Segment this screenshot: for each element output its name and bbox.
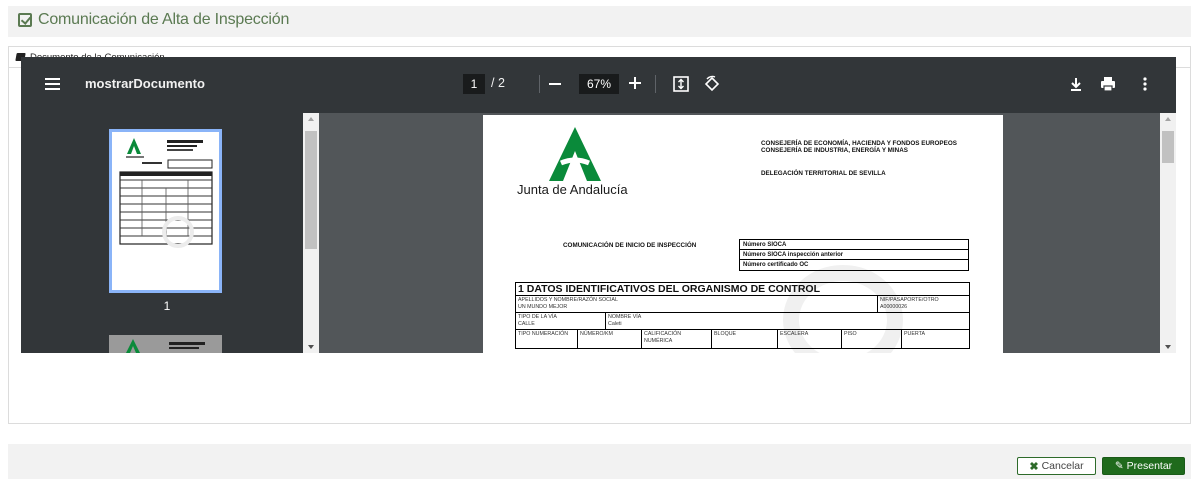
field-label: ESCALERA: [778, 330, 842, 348]
thumbnail-preview: [119, 138, 213, 248]
field-value: Caleti: [608, 321, 622, 327]
document-title: mostrarDocumento: [85, 76, 205, 91]
sioca-field: Número SIOCA inspección anterior: [740, 250, 968, 260]
submit-button[interactable]: ✎ Presentar: [1102, 457, 1185, 475]
junta-logo-icon: [549, 127, 601, 181]
download-icon[interactable]: [1067, 75, 1085, 93]
document-scrollbar[interactable]: [1160, 113, 1176, 353]
page-total: / 2: [491, 76, 505, 90]
more-options-icon[interactable]: [1136, 75, 1154, 93]
field-label: TIPO DE LA VÍA: [518, 314, 557, 320]
delegacion-text: DELEGACIÓN TERRITORIAL DE SEVILLA: [761, 170, 886, 177]
thumbnail-sidebar: 1: [21, 113, 319, 353]
rotate-icon[interactable]: [703, 75, 721, 93]
field-label: CALIFICACIÓN NUMÉRICA: [642, 330, 712, 348]
close-icon: ✖: [1029, 460, 1039, 473]
table-row: APELLIDOS Y NOMBRE/RAZÓN SOCIAL UN MUNDO…: [516, 296, 969, 313]
cancel-label: Cancelar: [1041, 460, 1084, 472]
checkbox-icon: [18, 13, 32, 27]
field-label: TIPO NUMERACIÓN: [516, 330, 578, 348]
toolbar-divider: [539, 75, 540, 93]
pencil-icon: ✎: [1114, 460, 1124, 472]
field-value: CALLE: [518, 321, 535, 327]
table-row: TIPO NUMERACIÓN NÚMERO/KM CALIFICACIÓN N…: [516, 330, 969, 348]
communication-title: COMUNICACIÓN DE INICIO DE INSPECCIÓN: [563, 242, 697, 249]
field-value: UN MUNDO MEJOR: [518, 304, 568, 310]
field-value: A00000026: [880, 304, 908, 310]
pdf-page: Junta de Andalucía CONSEJERÍA DE ECONOMÍ…: [483, 115, 1003, 353]
field-label: NIF/PASAPORTE/OTRO: [880, 297, 939, 303]
sioca-field: Número SIOCA: [740, 240, 968, 250]
zoom-input[interactable]: 67%: [579, 74, 619, 94]
submit-label: Presentar: [1126, 460, 1173, 472]
scroll-up-arrow[interactable]: [1165, 117, 1171, 121]
brand-name: Junta de Andalucía: [517, 182, 628, 197]
toolbar-divider: [655, 75, 656, 93]
page-title: Comunicación de Alta de Inspección: [18, 9, 289, 31]
pdf-viewer: mostrarDocumento 1 / 2 67% 1 Junta de An…: [21, 57, 1176, 353]
cancel-button[interactable]: ✖ Cancelar: [1017, 457, 1096, 475]
sioca-field: Número certificado OC: [743, 262, 809, 268]
scroll-down-arrow[interactable]: [308, 345, 314, 349]
page-title-text: Comunicación de Alta de Inspección: [38, 11, 290, 28]
scrollbar-thumb[interactable]: [1162, 131, 1174, 163]
field-label: PUERTA: [904, 331, 925, 337]
thumbnail-preview: [126, 339, 205, 353]
consejeria-text: CONSEJERÍA DE ECONOMÍA, HACIENDA Y FONDO…: [761, 140, 957, 154]
table-row: TIPO DE LA VÍA CALLE NOMBRE VÍA Caleti: [516, 313, 969, 330]
section-title: 1 DATOS IDENTIFICATIVOS DEL ORGANISMO DE…: [516, 283, 969, 296]
data-section: 1 DATOS IDENTIFICATIVOS DEL ORGANISMO DE…: [515, 282, 970, 349]
thumbnail-page-number: 1: [163, 299, 171, 313]
page-thumbnail[interactable]: [109, 129, 222, 293]
fit-page-icon[interactable]: [672, 75, 690, 93]
scroll-down-arrow[interactable]: [1165, 345, 1171, 349]
field-label: BLOQUE: [712, 330, 778, 348]
page-thumbnail[interactable]: [109, 335, 222, 353]
field-label: APELLIDOS Y NOMBRE/RAZÓN SOCIAL: [518, 297, 618, 303]
pdf-toolbar: mostrarDocumento 1 / 2 67%: [21, 57, 1176, 113]
menu-icon[interactable]: [45, 78, 60, 90]
field-label: NÚMERO/KM: [578, 330, 642, 348]
scrollbar-thumb[interactable]: [305, 131, 317, 249]
sidebar-scrollbar[interactable]: [303, 113, 319, 353]
page-number-input[interactable]: 1: [463, 74, 485, 94]
scroll-up-arrow[interactable]: [308, 117, 314, 121]
field-label: NOMBRE VÍA: [608, 314, 642, 320]
print-icon[interactable]: [1099, 75, 1117, 93]
sioca-box: Número SIOCA Número SIOCA inspección ant…: [739, 239, 969, 271]
field-label: PISO: [842, 330, 902, 348]
footer-bar: [8, 444, 1191, 479]
zoom-in-button[interactable]: [629, 77, 641, 89]
zoom-out-button[interactable]: [549, 83, 561, 85]
